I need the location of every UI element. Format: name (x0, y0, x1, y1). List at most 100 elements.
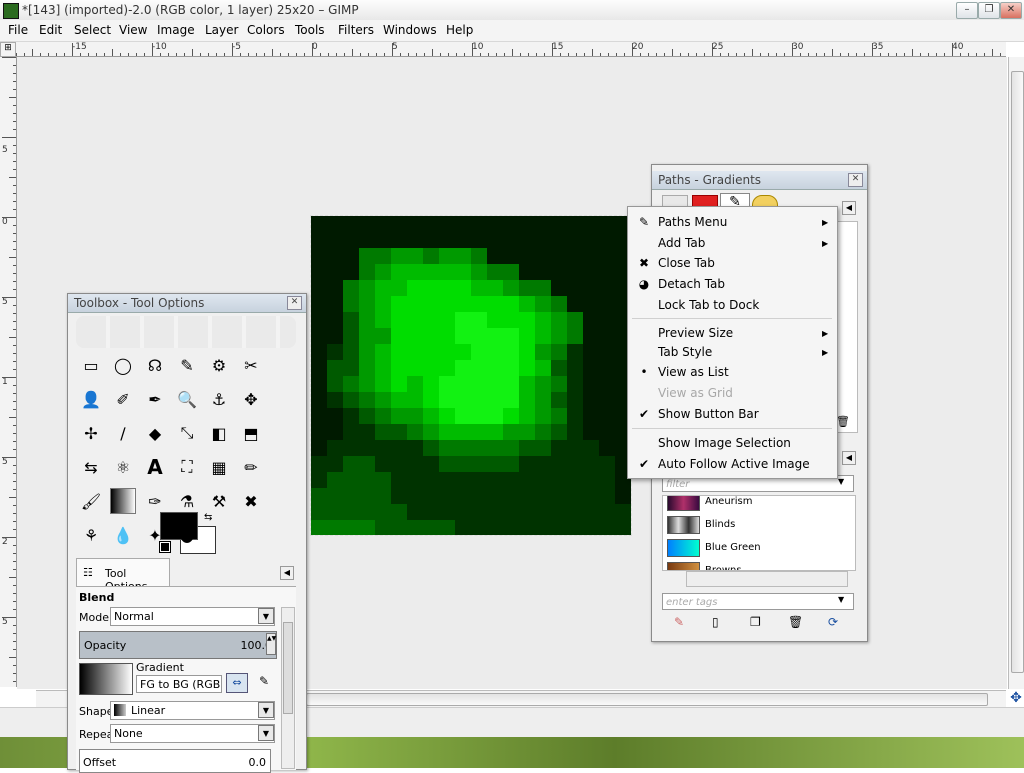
chevron-down-icon[interactable]: ▼ (258, 725, 274, 741)
menu-help[interactable]: Help (446, 23, 473, 37)
shape-select[interactable]: Linear (110, 701, 275, 720)
horizontal-ruler[interactable]: -15 -10 -5 0 5 10 15 20 25 30 35 40 (16, 42, 1006, 57)
horizontal-scroll-thumb[interactable] (306, 693, 988, 706)
menu-select[interactable]: Select (74, 23, 111, 37)
refresh-gradients-icon[interactable]: ⟳ (828, 615, 838, 629)
repeat-select[interactable]: None (110, 724, 275, 743)
menu-edit[interactable]: Edit (39, 23, 62, 37)
context-menu-item[interactable]: Close Tab (658, 256, 715, 270)
context-menu-item[interactable]: Detach Tab (658, 277, 725, 291)
context-menu-item[interactable]: Show Image Selection (658, 436, 791, 450)
chevron-down-icon[interactable]: ▼ (838, 595, 844, 604)
menu-windows[interactable]: Windows (383, 23, 437, 37)
gradient-preview-button[interactable] (79, 663, 133, 695)
context-menu-item[interactable]: Add Tab (658, 236, 705, 250)
tool-button[interactable]: ✐ (110, 386, 136, 412)
tool-button[interactable]: ✏ (238, 454, 264, 480)
chevron-down-icon[interactable]: ▼ (258, 608, 274, 624)
tool-button[interactable]: 👤 (78, 386, 104, 412)
tool-button[interactable]: ⇆ (78, 454, 104, 480)
menu-filters[interactable]: Filters (338, 23, 374, 37)
tool-button[interactable]: ⚗ (174, 488, 200, 514)
tool-button[interactable]: ⬒ (238, 420, 264, 446)
tool-button[interactable]: A (142, 454, 168, 480)
tool-options-scroll-thumb[interactable] (283, 622, 293, 714)
menu-view[interactable]: View (119, 23, 147, 37)
quick-mask-corner-button[interactable]: ⊞ (0, 42, 16, 57)
minimize-button[interactable]: – (956, 2, 978, 19)
tool-button[interactable]: ⛶ (174, 454, 200, 480)
tool-button[interactable]: ⚛ (110, 454, 136, 480)
paths-dock-title-bar[interactable]: Paths - Gradients ✕ (652, 171, 867, 190)
navigate-icon[interactable]: ✥ (1008, 690, 1024, 706)
tool-button[interactable]: ⤡ (174, 420, 200, 446)
tab-menu-button[interactable]: ◀ (842, 451, 856, 465)
opacity-stepper[interactable]: ▲▼ (266, 633, 276, 655)
chevron-down-icon[interactable]: ▼ (838, 477, 844, 486)
chevron-down-icon[interactable]: ▼ (258, 702, 274, 718)
tool-button[interactable]: ▭ (110, 488, 136, 514)
tool-options-scrollbar[interactable] (281, 607, 295, 769)
vertical-ruler[interactable]: 5 0 5 1 5 2 5 (0, 57, 17, 687)
context-menu-item[interactable]: Paths Menu (658, 215, 727, 229)
toolbox-title-bar[interactable]: Toolbox - Tool Options ✕ (68, 294, 306, 313)
context-menu-item[interactable]: Lock Tab to Dock (658, 298, 759, 312)
tab-tool-options[interactable]: ☷ Tool Options (76, 558, 170, 593)
context-menu-item[interactable]: Show Button Bar (658, 407, 759, 421)
context-menu-item[interactable]: Preview Size (658, 326, 733, 340)
menu-tools[interactable]: Tools (295, 23, 325, 37)
edit-gradient-icon[interactable]: ✎ (674, 615, 684, 629)
window-title-bar[interactable]: *[143] (imported)-2.0 (RGB color, 1 laye… (0, 0, 1024, 21)
gradient-name-field[interactable]: FG to BG (RGB) (136, 675, 222, 693)
tool-button[interactable]: ⚒ (206, 488, 232, 514)
tool-button[interactable]: ✒ (142, 386, 168, 412)
gradient-list-hscrollbar[interactable] (686, 571, 848, 587)
vertical-scroll-thumb[interactable] (1011, 71, 1024, 673)
tool-button[interactable]: ✂ (238, 352, 264, 378)
tool-button[interactable]: ◯ (110, 352, 136, 378)
tool-button[interactable]: ✢ (78, 420, 104, 446)
new-gradient-icon[interactable]: ▯ (712, 615, 719, 629)
edit-gradient-icon[interactable]: ✎ (254, 673, 274, 691)
tool-button[interactable]: 💧 (110, 522, 136, 548)
tool-button[interactable]: ◆ (142, 420, 168, 446)
list-item[interactable]: Blinds (667, 515, 839, 535)
tool-button[interactable]: ⚙ (206, 352, 232, 378)
tool-button[interactable]: ⚓ (206, 386, 232, 412)
tool-button[interactable]: ◧ (206, 420, 232, 446)
context-menu-item[interactable]: Tab Style (658, 345, 712, 359)
menu-image[interactable]: Image (157, 23, 195, 37)
maximize-button[interactable]: ❐ (978, 2, 1000, 19)
tool-button[interactable]: ✥ (238, 386, 264, 412)
list-item[interactable]: Browns (667, 561, 839, 570)
image-layer[interactable] (310, 215, 632, 536)
tool-button[interactable]: ● (174, 522, 200, 548)
context-menu-item[interactable]: View as List (658, 365, 729, 379)
tool-button[interactable]: ▦ (206, 454, 232, 480)
trash-icon[interactable]: 🗑 (836, 415, 850, 429)
toolbox-close-button[interactable]: ✕ (287, 296, 302, 310)
tool-button[interactable]: 🖌 (78, 488, 104, 514)
duplicate-gradient-icon[interactable]: ❐ (750, 615, 761, 629)
tool-button[interactable]: 🔍 (174, 386, 200, 412)
paths-dock-close-button[interactable]: ✕ (848, 173, 863, 187)
tool-button[interactable]: ✑ (142, 488, 168, 514)
tool-button[interactable]: ☊ (142, 352, 168, 378)
list-item[interactable]: Aneurism (667, 496, 839, 512)
close-button[interactable]: ✕ (1000, 2, 1022, 19)
reverse-gradient-button[interactable]: ⇔ (226, 673, 248, 693)
tool-button[interactable]: ✎ (174, 352, 200, 378)
delete-gradient-icon[interactable]: 🗑 (788, 615, 803, 629)
vertical-scrollbar[interactable] (1008, 57, 1024, 689)
tab-menu-button[interactable]: ◀ (842, 201, 856, 215)
gradient-list[interactable]: Aneurism Blinds Blue Green Browns (662, 495, 856, 571)
tab-menu-button[interactable]: ◀ (280, 566, 294, 580)
tool-button[interactable]: ∕ (110, 420, 136, 446)
menu-file[interactable]: File (8, 23, 28, 37)
tool-button[interactable]: ✦ (142, 522, 168, 548)
menu-colors[interactable]: Colors (247, 23, 285, 37)
tool-button[interactable]: ⚘ (78, 522, 104, 548)
offset-slider[interactable]: Offset 0.0 (79, 749, 271, 773)
context-menu-item[interactable]: Auto Follow Active Image (658, 457, 810, 471)
tool-button[interactable]: ▭ (78, 352, 104, 378)
